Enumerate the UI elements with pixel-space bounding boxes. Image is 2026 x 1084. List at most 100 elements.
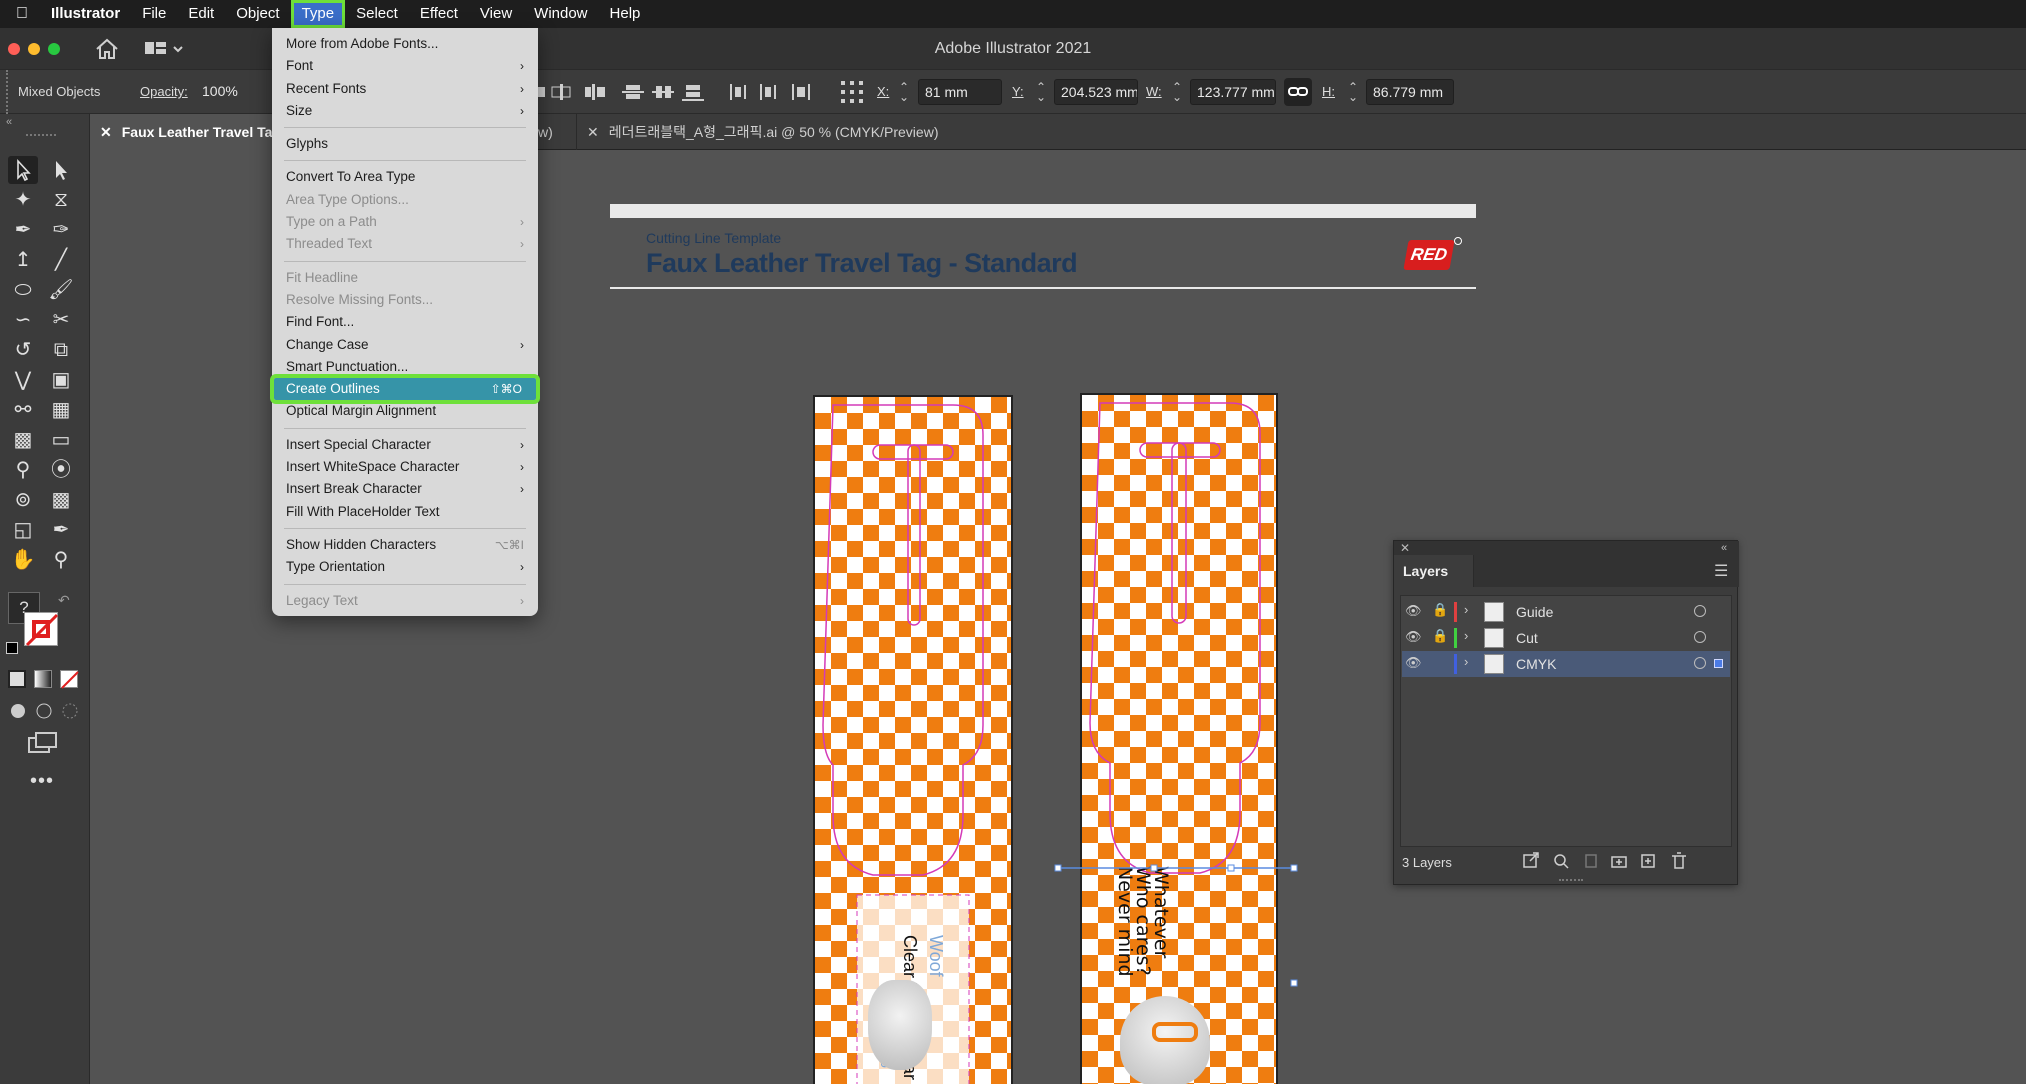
h-field[interactable]: 86.779 mm: [1366, 79, 1454, 105]
gradient-tool-icon[interactable]: ▭: [46, 426, 76, 454]
edit-toolbar-icon[interactable]: •••: [30, 770, 54, 793]
menu-effect[interactable]: Effect: [409, 0, 469, 28]
constrain-proportions-icon[interactable]: [1284, 78, 1312, 106]
type-menu-item-find-font[interactable]: Find Font...: [272, 311, 538, 333]
menu-select[interactable]: Select: [345, 0, 409, 28]
collapse-panel-icon[interactable]: «: [1721, 541, 1727, 555]
type-menu-item-type-orientation[interactable]: Type Orientation ›: [272, 556, 538, 578]
tab-partial[interactable]: w): [538, 114, 558, 150]
paintbrush-tool-icon[interactable]: 🖌: [46, 276, 76, 304]
apple-menu-icon[interactable]: : [0, 0, 40, 28]
type-menu-item-convert-to-area-type[interactable]: Convert To Area Type: [272, 166, 538, 188]
app-menu[interactable]: Illustrator: [40, 0, 131, 28]
shape-builder-tool-icon[interactable]: ⚯: [8, 396, 38, 424]
layer-name[interactable]: CMYK: [1516, 656, 1556, 672]
tab-faux-leather[interactable]: ✕ Faux Leather Travel Tag: [90, 114, 278, 150]
zoom-tool-icon[interactable]: ⚲: [46, 546, 76, 574]
lock-icon[interactable]: 🔒: [1432, 628, 1448, 644]
type-menu-item-insert-special-character[interactable]: Insert Special Character ›: [272, 434, 538, 456]
lock-toggle-empty[interactable]: [1432, 654, 1446, 672]
x-field[interactable]: 81 mm: [918, 79, 1002, 105]
layer-name[interactable]: Guide: [1516, 604, 1553, 620]
swap-fill-stroke-icon[interactable]: ↶: [58, 592, 70, 609]
screen-mode-icon[interactable]: [28, 732, 60, 754]
layer-name[interactable]: Cut: [1516, 630, 1538, 646]
menu-file[interactable]: File: [131, 0, 177, 28]
layers-footer-icons[interactable]: [1522, 851, 1732, 871]
curvature-tool-icon[interactable]: ✑: [46, 216, 76, 244]
eye-icon[interactable]: 👁: [1405, 603, 1422, 619]
y-field[interactable]: 204.523 mm: [1054, 79, 1138, 105]
column-graph-tool-icon[interactable]: ▩: [46, 486, 76, 514]
type-menu-item-more-from-adobe-fonts[interactable]: More from Adobe Fonts...: [272, 33, 538, 55]
menu-object[interactable]: Object: [225, 0, 290, 28]
slice-tool-icon[interactable]: ✒: [46, 516, 76, 544]
anchor-tool-icon[interactable]: ↥: [8, 246, 38, 274]
type-menu-item-recent-fonts[interactable]: Recent Fonts ›: [272, 78, 538, 100]
shaper-tool-icon[interactable]: ∽: [8, 306, 38, 334]
w-field[interactable]: 123.777 mm: [1190, 79, 1276, 105]
layer-row-cmyk[interactable]: 👁 › CMYK: [1402, 651, 1730, 677]
hand-tool-icon[interactable]: ✋: [8, 546, 38, 574]
selection-indicator-icon[interactable]: [1714, 659, 1723, 668]
color-mode-icon[interactable]: [8, 670, 26, 688]
layer-row-cut[interactable]: 👁 🔒 › Cut: [1402, 625, 1730, 651]
pen-tool-icon[interactable]: ✒: [8, 216, 38, 244]
stroke-swatch[interactable]: [32, 620, 50, 638]
type-menu-item-insert-whitespace-character[interactable]: Insert WhiteSpace Character ›: [272, 456, 538, 478]
menu-type[interactable]: Type: [290, 0, 346, 28]
close-tab-icon[interactable]: ✕: [100, 124, 112, 140]
menu-edit[interactable]: Edit: [177, 0, 225, 28]
target-icon[interactable]: [1694, 631, 1706, 643]
symbol-sprayer-tool-icon[interactable]: ⊚: [8, 486, 38, 514]
eye-icon[interactable]: 👁: [1405, 655, 1422, 671]
type-menu-item-font[interactable]: Font ›: [272, 55, 538, 77]
layer-row-guide[interactable]: 👁 🔒 › Guide: [1402, 599, 1730, 625]
magic-wand-tool-icon[interactable]: ✦: [8, 186, 38, 214]
lock-icon[interactable]: 🔒: [1432, 602, 1448, 618]
type-menu-item-change-case[interactable]: Change Case ›: [272, 334, 538, 356]
artboard-tool-icon[interactable]: ◱: [8, 516, 38, 544]
none-mode-icon[interactable]: [60, 670, 79, 689]
gradient-mode-icon[interactable]: [34, 670, 52, 688]
control-bar-grip[interactable]: [6, 70, 10, 114]
panel-resize-grip[interactable]: [1559, 879, 1583, 883]
mesh-tool-icon[interactable]: ▩: [8, 426, 38, 454]
x-stepper-icon[interactable]: ⌃ ⌄: [899, 81, 909, 103]
type-menu-item-size[interactable]: Size ›: [272, 100, 538, 122]
type-menu-item-optical-margin-alignment[interactable]: Optical Margin Alignment: [272, 400, 538, 422]
transform-reference-icon[interactable]: [840, 80, 864, 104]
menu-help[interactable]: Help: [599, 0, 652, 28]
selection-bounding-box[interactable]: [1050, 860, 1430, 1010]
close-panel-icon[interactable]: ✕: [1400, 541, 1410, 555]
tab-korean-file[interactable]: ✕ 레더트래블택_A형_그래픽.ai @ 50 % (CMYK/Preview): [576, 114, 1036, 150]
target-icon[interactable]: [1694, 605, 1706, 617]
expand-arrow-icon[interactable]: ›: [1464, 628, 1468, 643]
scale-tool-icon[interactable]: ⧉: [46, 336, 76, 364]
y-stepper-icon[interactable]: ⌃ ⌄: [1036, 81, 1046, 103]
eyedropper-tool-icon[interactable]: ⚲: [8, 456, 38, 484]
blend-tool-icon[interactable]: ⦿: [46, 456, 76, 484]
tools-grip[interactable]: [26, 134, 56, 138]
rotate-tool-icon[interactable]: ↺: [8, 336, 38, 364]
type-menu-item-glyphs[interactable]: Glyphs: [272, 133, 538, 155]
panel-menu-icon[interactable]: ☰: [1714, 561, 1728, 581]
type-menu-item-insert-break-character[interactable]: Insert Break Character ›: [272, 478, 538, 500]
menu-window[interactable]: Window: [523, 0, 598, 28]
h-stepper-icon[interactable]: ⌃ ⌄: [1348, 81, 1358, 103]
opacity-field[interactable]: 100%: [196, 79, 276, 105]
w-stepper-icon[interactable]: ⌃ ⌄: [1172, 81, 1182, 103]
type-menu-item-smart-punctuation[interactable]: Smart Punctuation...: [272, 356, 538, 378]
eye-icon[interactable]: 👁: [1405, 629, 1422, 645]
layers-tab[interactable]: Layers: [1394, 555, 1474, 587]
opacity-label[interactable]: Opacity:: [140, 84, 188, 99]
perspective-grid-tool-icon[interactable]: ▦: [46, 396, 76, 424]
target-icon[interactable]: [1694, 657, 1706, 669]
close-tab-icon[interactable]: ✕: [587, 124, 599, 140]
type-menu-item-fill-with-placeholder-text[interactable]: Fill With PlaceHolder Text: [272, 501, 538, 523]
expand-arrow-icon[interactable]: ›: [1464, 654, 1468, 669]
menu-view[interactable]: View: [469, 0, 523, 28]
scissors-tool-icon[interactable]: ✂: [46, 306, 76, 334]
type-menu-item-create-outlines[interactable]: Create Outlines ⇧⌘O: [270, 374, 540, 405]
type-menu-item-show-hidden-characters[interactable]: Show Hidden Characters ⌥⌘I: [272, 534, 538, 556]
